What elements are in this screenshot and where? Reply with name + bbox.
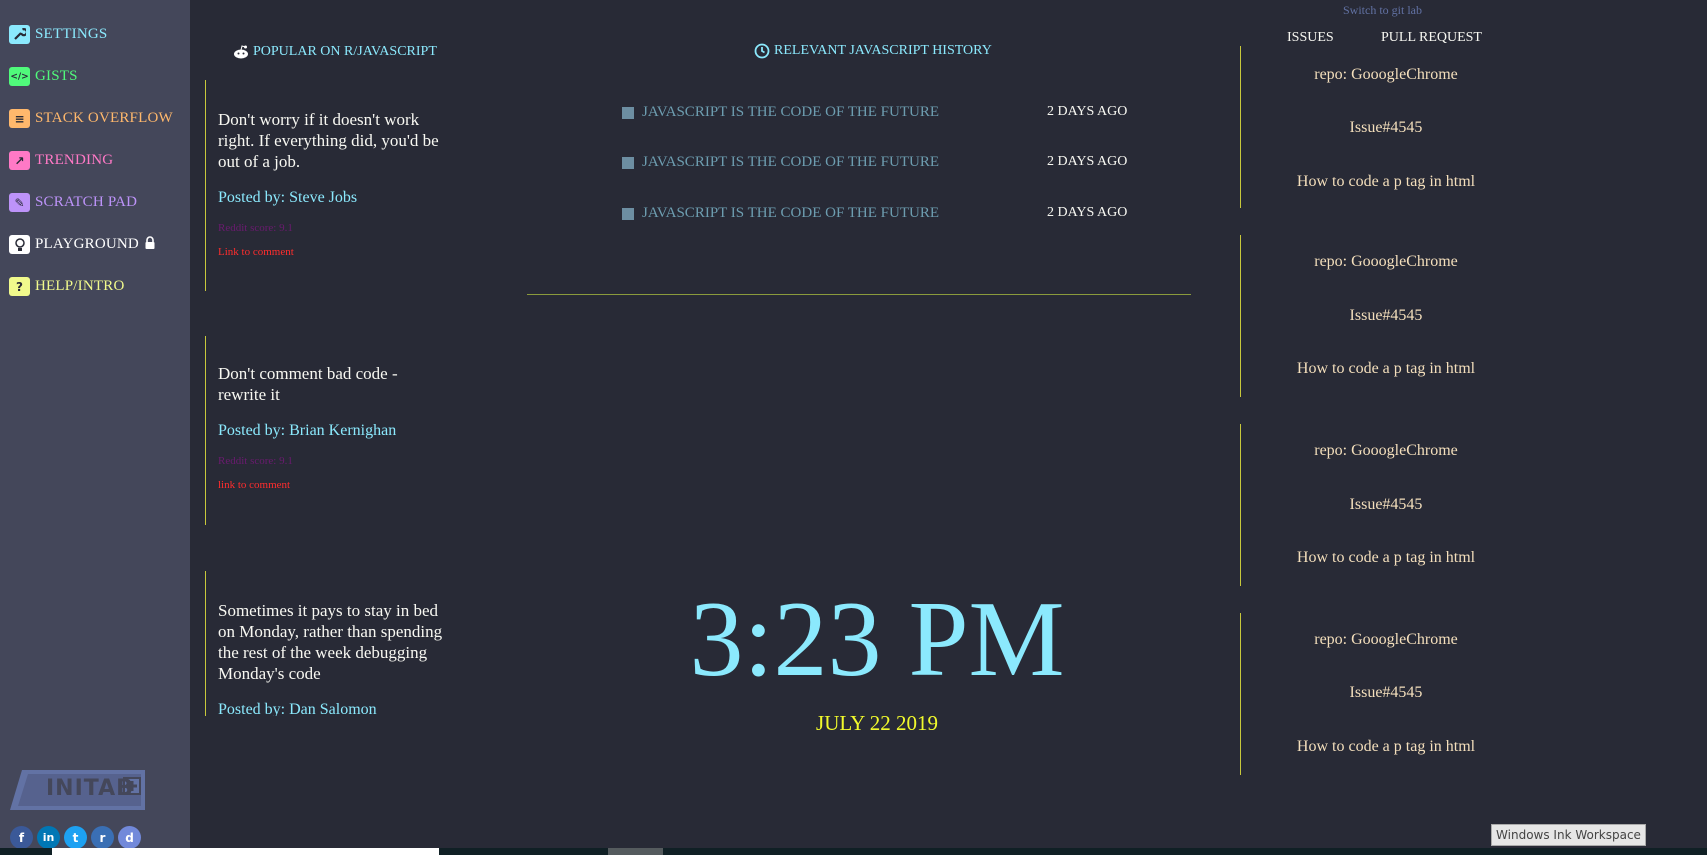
issue-repo: repo: GooogleChrome	[1314, 66, 1458, 83]
sidebar-item-label: SETTINGS	[35, 26, 108, 42]
sidebar-item-settings[interactable]: SETTINGS	[9, 25, 107, 44]
reddit-icon	[233, 45, 249, 59]
history-title: JAVASCRIPT IS THE CODE OF THE FUTURE	[642, 104, 940, 120]
issue-title: How to code a p tag in html	[1296, 738, 1476, 755]
issue-repo: repo: GooogleChrome	[1314, 253, 1458, 270]
history-header: RELEVANT JAVASCRIPT HISTORY	[754, 43, 992, 59]
sidebar-item-playground[interactable]: PLAYGROUND	[9, 235, 156, 254]
taskbar-app[interactable]	[608, 848, 663, 855]
tab-pull-request[interactable]: PULL REQUEST	[1381, 30, 1482, 46]
issue-card[interactable]: repo: GooogleChrome Issue#4545 How to co…	[1240, 235, 1530, 397]
post-author[interactable]: Posted by: Brian Kernighan	[218, 422, 445, 440]
pencil-icon: ✎	[9, 193, 30, 212]
history-header-label: RELEVANT JAVASCRIPT HISTORY	[774, 43, 992, 58]
history-title: JAVASCRIPT IS THE CODE OF THE FUTURE	[642, 154, 940, 170]
sidebar-item-gists[interactable]: </> GISTS	[9, 67, 78, 86]
post-score: Reddit score: 9.1	[218, 455, 293, 467]
issue-repo: repo: GooogleChrome	[1314, 442, 1458, 459]
facebook-icon[interactable]: f	[10, 826, 33, 849]
issue-card[interactable]: repo: GooogleChrome Issue#4545 How to co…	[1240, 613, 1530, 775]
issue-number: Issue#4545	[1349, 119, 1423, 136]
tab-issues[interactable]: ISSUES	[1287, 30, 1334, 46]
stack-overflow-icon: ≡	[9, 109, 30, 128]
chart-icon: ↗	[9, 151, 30, 170]
lock-icon	[144, 235, 156, 254]
issue-number: Issue#4545	[1349, 307, 1423, 324]
issue-repo: repo: GooogleChrome	[1314, 631, 1458, 648]
history-title: JAVASCRIPT IS THE CODE OF THE FUTURE	[642, 205, 940, 220]
issue-title: How to code a p tag in html	[1296, 549, 1476, 566]
history-row[interactable]: JAVASCRIPT IS THE CODE OF THE FUTURE 2 D…	[622, 104, 1142, 124]
post-text: Don't worry if it doesn't work right. If…	[218, 110, 439, 171]
issue-card[interactable]: repo: GooogleChrome Issue#4545 How to co…	[1240, 424, 1530, 586]
issue-title: How to code a p tag in html	[1296, 360, 1476, 377]
post-comment-link[interactable]: link to comment	[218, 479, 445, 491]
reddit-header-label: POPULAR ON R/JAVASCRIPT	[253, 44, 437, 59]
post-comment-link[interactable]: Link to comment	[218, 246, 445, 258]
reddit-icon[interactable]: r	[91, 826, 114, 849]
issue-number: Issue#4545	[1349, 496, 1423, 513]
sidebar-item-stack-overflow[interactable]: ≡ STACK OVERFLOW	[9, 109, 173, 128]
file-icon	[622, 107, 634, 119]
initab-logo: INITAB	[10, 770, 145, 810]
sidebar-item-trending[interactable]: ↗ TRENDING	[9, 151, 113, 170]
bulb-icon	[9, 235, 30, 254]
taskbar-search-box[interactable]	[52, 848, 439, 855]
history-date: 2 DAYS AGO	[1047, 104, 1128, 119]
sidebar-item-label: SCRATCH PAD	[35, 194, 138, 210]
linkedin-icon[interactable]: in	[37, 826, 60, 849]
clock-icon	[754, 43, 770, 59]
post-text: Don't comment bad code - rewrite it	[218, 364, 398, 404]
history-row[interactable]: JAVASCRIPT IS THE CODE OF THE FUTURE 2 D…	[622, 154, 1142, 174]
issue-number: Issue#4545	[1349, 684, 1423, 701]
sidebar-item-scratch-pad[interactable]: ✎ SCRATCH PAD	[9, 193, 137, 212]
sidebar-item-help[interactable]: ? HELP/INTRO	[9, 277, 125, 296]
switch-to-gitlab-link[interactable]: Switch to git lab	[1343, 3, 1422, 18]
sidebar-item-label: PLAYGROUND	[35, 236, 139, 252]
issue-title: How to code a p tag in html	[1296, 173, 1476, 190]
file-icon	[622, 157, 634, 169]
wrench-icon	[9, 25, 30, 44]
reddit-post: Don't comment bad code - rewrite it Post…	[205, 336, 445, 525]
twitter-icon[interactable]: t	[64, 826, 87, 849]
sidebar-item-label: HELP/INTRO	[35, 278, 125, 294]
reddit-header: POPULAR ON R/JAVASCRIPT	[233, 44, 437, 60]
history-list: JAVASCRIPT IS THE CODE OF THE FUTURE 2 D…	[600, 96, 1160, 220]
sidebar-item-label: STACK OVERFLOW	[35, 110, 173, 126]
code-icon: </>	[9, 67, 30, 86]
issue-card[interactable]: repo: GooogleChrome Issue#4545 How to co…	[1240, 46, 1530, 208]
windows-ink-workspace-tooltip: Windows Ink Workspace	[1491, 824, 1646, 846]
reddit-post: Don't worry if it doesn't work right. If…	[205, 80, 445, 291]
post-score: Reddit score: 9.1	[218, 222, 293, 234]
history-row[interactable]: JAVASCRIPT IS THE CODE OF THE FUTURE 2 D…	[622, 205, 1142, 220]
sidebar-item-label: GISTS	[35, 68, 78, 84]
discord-icon[interactable]: d	[118, 826, 141, 849]
post-author[interactable]: Posted by: Steve Jobs	[218, 189, 445, 207]
question-icon: ?	[9, 277, 30, 296]
history-date: 2 DAYS AGO	[1047, 154, 1128, 169]
history-date: 2 DAYS AGO	[1047, 205, 1128, 220]
file-icon	[622, 208, 634, 220]
divider	[527, 294, 1191, 295]
sidebar-item-label: TRENDING	[35, 152, 114, 168]
logo-text: INITAB	[46, 776, 134, 801]
